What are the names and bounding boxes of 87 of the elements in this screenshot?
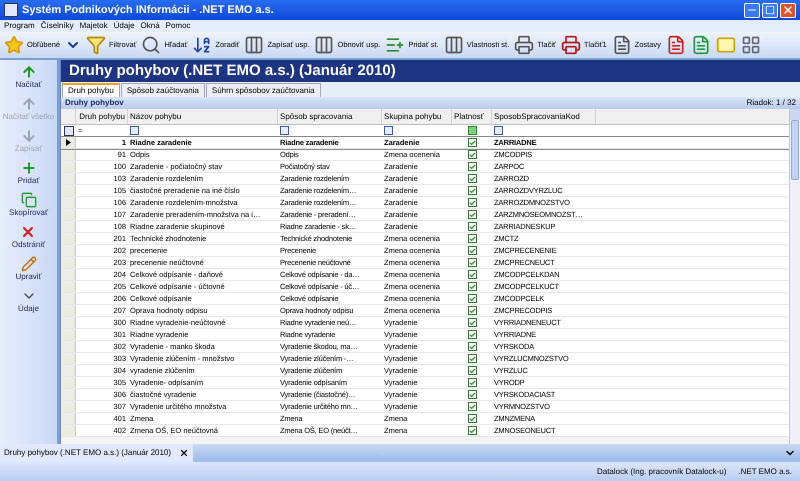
checkbox[interactable] — [468, 222, 476, 231]
sidebar-button[interactable]: Načítať — [15, 64, 42, 90]
column-header[interactable]: Názov pohybu — [128, 109, 278, 124]
app-icon — [4, 3, 18, 17]
column-header[interactable]: Skupina pohybu — [382, 109, 452, 124]
sidebar-button[interactable]: Odstrániť — [12, 224, 46, 250]
checkbox[interactable] — [468, 150, 476, 159]
close-icon[interactable] — [179, 448, 190, 458]
checkbox[interactable] — [468, 210, 476, 219]
status-text: Datalock (Ing. pracovník Datalock-u) — [596, 466, 726, 478]
checkbox[interactable] — [468, 270, 476, 279]
star-icon — [4, 35, 24, 55]
checkbox[interactable] — [468, 138, 476, 147]
page-title: Druhy pohybov (.NET EMO a.s.) (Január 2010) — [69, 60, 396, 81]
columns-icon — [244, 35, 264, 55]
checkbox[interactable] — [468, 390, 476, 399]
documents-icon — [612, 35, 632, 55]
column-header[interactable]: Platnosť — [452, 109, 492, 124]
checkbox[interactable] — [468, 282, 476, 291]
columns-icon — [444, 35, 464, 55]
scrollbar[interactable] — [789, 109, 800, 444]
status-text: .NET EMO a.s. — [738, 466, 792, 478]
checkbox[interactable] — [468, 306, 476, 315]
columns-icon — [314, 35, 334, 55]
printer-icon — [560, 35, 581, 55]
text-filter-icon[interactable] — [384, 126, 393, 135]
pdf-file-icon[interactable] — [666, 35, 686, 55]
text-filter-icon[interactable] — [494, 126, 503, 135]
checkbox[interactable] — [468, 414, 476, 423]
menu-item[interactable]: Majetok — [80, 21, 108, 31]
filter-operator[interactable]: = — [78, 126, 83, 134]
checkbox[interactable] — [468, 342, 476, 351]
checkbox[interactable] — [468, 234, 476, 243]
column-header[interactable]: Druh pohybu — [76, 109, 128, 124]
menu-item[interactable]: Pomoc — [166, 21, 191, 31]
close-icon — [782, 4, 794, 16]
menu-item[interactable]: Číselníky — [40, 21, 74, 31]
checkbox[interactable] — [468, 366, 476, 375]
checkbox-filter-icon[interactable] — [468, 126, 476, 135]
checkbox[interactable] — [468, 246, 476, 255]
printer-icon — [514, 35, 534, 55]
text-filter-icon[interactable] — [280, 126, 289, 135]
tab[interactable]: Súhrn spôsobov zaúčtovania — [206, 83, 321, 97]
filter-icon — [86, 35, 106, 55]
filter-clear-icon[interactable] — [64, 126, 74, 136]
checkbox[interactable] — [468, 330, 476, 339]
minimize-button[interactable] — [744, 2, 760, 18]
sidebar-button[interactable]: Pridať — [18, 160, 40, 186]
checkbox[interactable] — [468, 354, 476, 363]
checkbox[interactable] — [468, 186, 476, 195]
document-tab[interactable]: Druhy pohybov (.NET EMO a.s.) (Január 2010) — [0, 444, 194, 462]
up-arrow-icon — [20, 64, 36, 80]
checkbox[interactable] — [468, 162, 476, 171]
window-title: Systém Podnikových INformácii - .NET EMO a.s. — [22, 2, 274, 18]
checkbox[interactable] — [468, 258, 476, 267]
layout-icon[interactable] — [740, 35, 761, 55]
spreadsheet-file-icon[interactable] — [690, 35, 711, 55]
tab[interactable]: Spôsob zaúčtovania — [120, 83, 205, 97]
text-filter-icon[interactable] — [130, 126, 139, 135]
current-row-icon — [66, 139, 70, 146]
close-button[interactable] — [780, 2, 796, 18]
plus-icon — [20, 160, 36, 176]
sidebar-button[interactable]: Údaje — [18, 288, 39, 314]
copy-icon — [20, 192, 36, 208]
pencil-icon — [20, 256, 36, 272]
tab[interactable]: Druh pohybu — [62, 83, 120, 97]
menu-item[interactable]: Okná — [140, 21, 160, 31]
checkbox[interactable] — [468, 378, 476, 387]
section-title: Druhy pohybov — [65, 97, 124, 109]
checkbox[interactable] — [468, 318, 476, 327]
menu-item[interactable]: Program — [4, 21, 35, 31]
column-header[interactable]: SposobSpracovaniaKod — [492, 109, 596, 124]
menu-item[interactable]: Údaje — [114, 21, 135, 31]
checkbox[interactable] — [468, 402, 476, 411]
up-arrow-icon — [20, 96, 36, 112]
checkbox[interactable] — [468, 294, 476, 303]
search-icon — [141, 35, 162, 55]
checkbox[interactable] — [468, 174, 476, 183]
restore-icon — [765, 5, 775, 15]
checkbox[interactable] — [468, 198, 476, 207]
sidebar-button[interactable]: Skopírovať — [8, 192, 48, 218]
sort-icon — [192, 35, 212, 55]
restore-button[interactable] — [762, 2, 778, 18]
column-header[interactable]: Spôsob spracovania — [278, 109, 382, 124]
row-counter: Riadok: 1 / 32 — [746, 97, 796, 109]
sidebar-button[interactable]: Upraviť — [15, 256, 42, 282]
checkbox[interactable] — [468, 426, 476, 435]
